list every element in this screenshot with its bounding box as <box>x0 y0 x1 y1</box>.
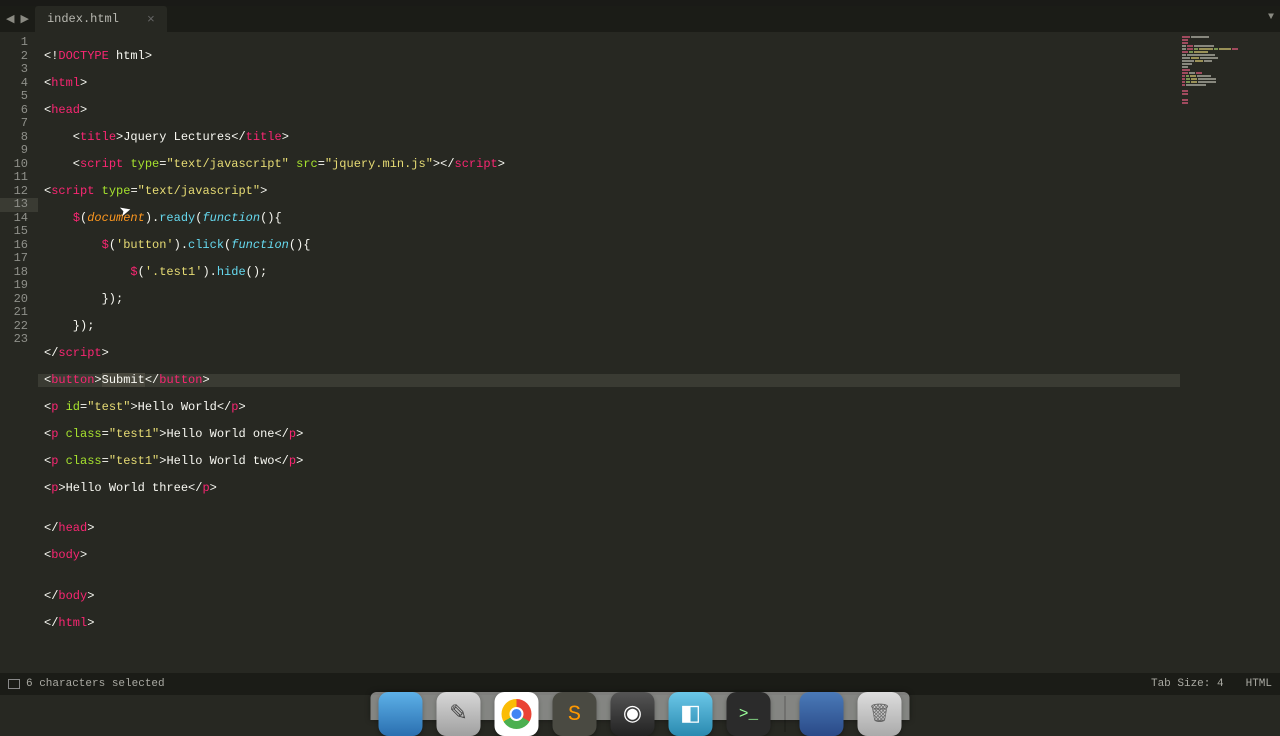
line-number: 15 <box>14 224 28 238</box>
tabs-dropdown-icon[interactable]: ▼ <box>1268 12 1274 23</box>
editor: 1 2 3 4 5 6 7 8 9 10 11 12 13 14 15 16 1… <box>0 32 1280 670</box>
line-number: 2 <box>21 49 28 63</box>
line-number: 21 <box>14 305 28 319</box>
status-selection: 6 characters selected <box>26 678 165 690</box>
line-number: 18 <box>14 265 28 279</box>
tab-close-icon[interactable]: × <box>147 12 155 27</box>
line-number: 17 <box>14 251 28 265</box>
line-number: 6 <box>21 103 28 117</box>
line-number: 12 <box>14 184 28 198</box>
macos-dock: ✎ S ◉ ◧ >_ 🗑 <box>371 692 910 720</box>
line-number-gutter: 1 2 3 4 5 6 7 8 9 10 11 12 13 14 15 16 1… <box>0 32 38 670</box>
line-number: 7 <box>21 116 28 130</box>
line-number: 13 <box>0 198 38 212</box>
line-number: 22 <box>14 319 28 333</box>
line-number: 14 <box>14 211 28 225</box>
dock-sublime-icon[interactable]: S <box>553 692 597 736</box>
tab-filename: index.html <box>47 12 119 26</box>
dock-script-editor-icon[interactable]: ✎ <box>437 692 481 736</box>
line-number: 11 <box>14 170 28 184</box>
line-number: 9 <box>21 143 28 157</box>
line-number: 1 <box>21 35 28 49</box>
line-number: 20 <box>14 292 28 306</box>
status-tabsize[interactable]: Tab Size: 4 <box>1151 678 1224 690</box>
line-number: 10 <box>14 157 28 171</box>
code-area[interactable]: <!DOCTYPE html> <html> <head> <title>Jqu… <box>38 32 1180 670</box>
line-number: 3 <box>21 62 28 76</box>
minimap[interactable] <box>1180 32 1280 670</box>
line-number: 8 <box>21 130 28 144</box>
nav-back-icon[interactable]: ◀ <box>4 12 16 26</box>
dock-finder-icon[interactable] <box>379 692 423 736</box>
dock-quicktime-icon[interactable]: ◉ <box>611 692 655 736</box>
dock-separator <box>785 696 786 732</box>
status-syntax[interactable]: HTML <box>1246 678 1272 690</box>
dock-chrome-icon[interactable] <box>495 692 539 736</box>
nav-forward-icon[interactable]: ▶ <box>18 12 30 26</box>
tab-indexhtml[interactable]: index.html × <box>35 6 167 32</box>
line-number: 5 <box>21 89 28 103</box>
dock-trash-icon[interactable]: 🗑 <box>858 692 902 736</box>
line-number: 16 <box>14 238 28 252</box>
line-number: 4 <box>21 76 28 90</box>
dock-terminal-icon[interactable]: >_ <box>727 692 771 736</box>
selection-icon <box>8 679 20 689</box>
dock-app-icon[interactable] <box>800 692 844 736</box>
tab-bar: ◀ ▶ index.html × ▼ <box>0 6 1280 32</box>
line-number: 23 <box>14 332 28 346</box>
line-number: 19 <box>14 278 28 292</box>
dock-virtualbox-icon[interactable]: ◧ <box>669 692 713 736</box>
